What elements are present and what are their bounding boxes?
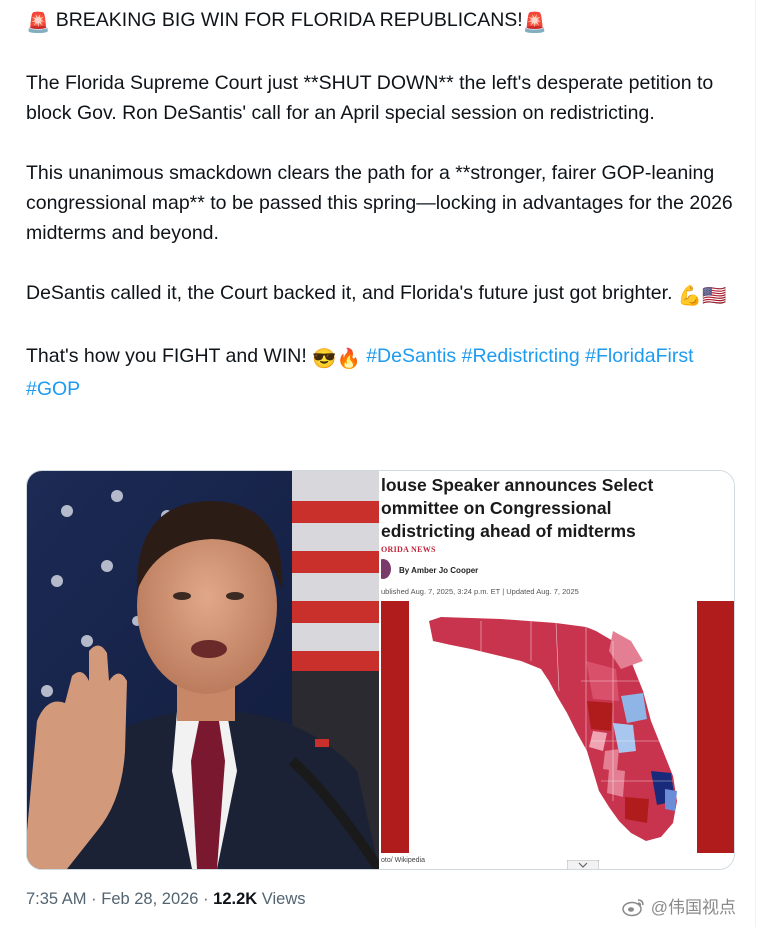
photo-desantis[interactable] [27, 471, 379, 869]
separator: · [91, 890, 97, 908]
siren-icon: 🚨 [26, 12, 51, 34]
speaker-photo [27, 471, 379, 869]
article-headline: louse Speaker announces Select ommittee … [381, 474, 731, 543]
tweet-date[interactable]: Feb 28, 2026 [101, 890, 198, 908]
watermark: @伟国视点 [622, 893, 736, 922]
hashtag-desantis[interactable]: #DeSantis [366, 345, 456, 367]
article-screenshot[interactable]: louse Speaker announces Select ommittee … [381, 471, 734, 869]
tweet-timestamp[interactable]: 7:35 AM [26, 890, 87, 908]
tweet-container: 🚨 BREAKING BIG WIN FOR FLORIDA REPUBLICA… [0, 0, 756, 927]
paragraph-3-text: DeSantis called it, the Court backed it,… [26, 282, 673, 304]
headline-text: BREAKING BIG WIN FOR FLORIDA REPUBLICANS… [55, 9, 523, 31]
weibo-icon [622, 897, 646, 922]
headline-line: louse Speaker announces Select [381, 475, 654, 495]
hashtag-gop[interactable]: #GOP [26, 378, 80, 400]
headline-line: edistricting ahead of midterms [381, 521, 636, 541]
watermark-text: @伟国视点 [650, 898, 736, 917]
hashtag-redistricting[interactable]: #Redistricting [462, 345, 580, 367]
headline-line: ommittee on Congressional [381, 498, 612, 518]
photo-credit: oto/ Wikipedia [381, 857, 425, 864]
siren-icon: 🚨 [522, 12, 547, 34]
article-published: ublished Aug. 7, 2025, 3:24 p.m. ET | Up… [381, 587, 579, 596]
chevron-down-icon[interactable] [567, 860, 599, 869]
author-avatar [381, 559, 391, 579]
tweet-text: 🚨 BREAKING BIG WIN FOR FLORIDA REPUBLICA… [26, 5, 736, 404]
views-count: 12.2K [213, 890, 258, 908]
separator: · [203, 890, 209, 908]
hashtag-floridafirst[interactable]: #FloridaFirst [585, 345, 693, 367]
tweet-metadata: 7:35 AM · Feb 28, 2026 · 12.2K Views [26, 890, 306, 909]
section-label: ORIDA NEWS [381, 545, 436, 554]
sunglasses-fire-icon: 😎🔥 [312, 348, 361, 370]
views-label: Views [261, 890, 306, 908]
paragraph-4-text: That's how you FIGHT and WIN! [26, 345, 307, 367]
article-byline: By Amber Jo Cooper [399, 566, 479, 575]
florida-map [381, 601, 734, 853]
tweet-paragraph-1: The Florida Supreme Court just **SHUT DO… [26, 72, 714, 124]
tweet-paragraph-2: This unanimous smackdown clears the path… [26, 162, 733, 244]
tweet-paragraph-4: That's how you FIGHT and WIN! 😎🔥 #DeSant… [26, 341, 736, 404]
tweet-headline: 🚨 BREAKING BIG WIN FOR FLORIDA REPUBLICA… [26, 5, 736, 38]
flexed-arm-flag-icon: 💪🇺🇸 [677, 285, 727, 307]
tweet-paragraph-3: DeSantis called it, the Court backed it,… [26, 278, 736, 311]
media-grid: louse Speaker announces Select ommittee … [26, 470, 735, 870]
